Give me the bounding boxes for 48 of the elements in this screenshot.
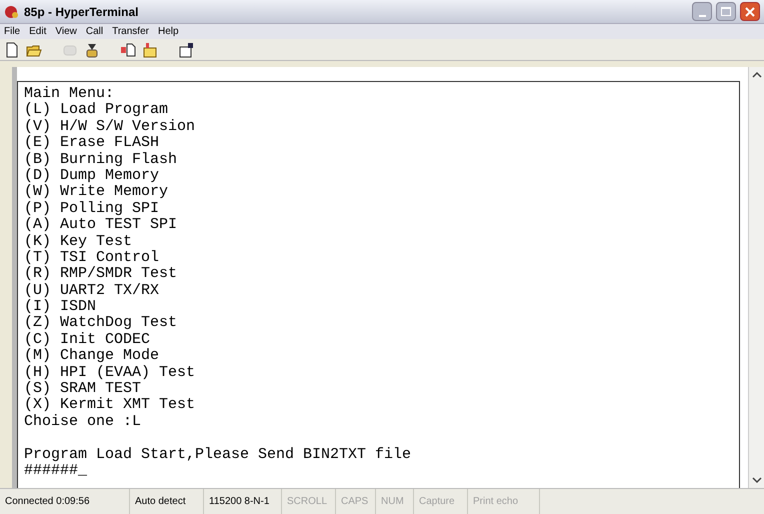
terminal-line: (T) TSI Control bbox=[24, 250, 160, 266]
terminal-line: (B) Burning Flash bbox=[24, 152, 178, 168]
terminal-line: (P) Polling SPI bbox=[24, 200, 160, 217]
minimize-button[interactable] bbox=[692, 2, 712, 21]
app-icon bbox=[4, 4, 20, 20]
terminal-line: (D) Dump Memory bbox=[24, 168, 160, 184]
terminal-line: (L) Load Program bbox=[24, 102, 170, 119]
menu-item[interactable]: Help bbox=[158, 24, 179, 39]
scrollbar[interactable] bbox=[748, 67, 764, 488]
terminal-line: (K) Key Test bbox=[24, 234, 134, 250]
properties-icon[interactable] bbox=[178, 42, 194, 58]
terminal-line: (Z) WatchDog Test bbox=[24, 315, 178, 332]
menu-item[interactable]: Call bbox=[86, 24, 104, 39]
status-field: Print echo bbox=[468, 489, 540, 514]
terminal-line: (W) Write Memory bbox=[24, 184, 170, 201]
terminal-line: (X) Kermit XMT Test bbox=[24, 397, 196, 414]
close-button[interactable] bbox=[740, 2, 760, 21]
send-file-icon[interactable] bbox=[120, 42, 136, 58]
terminal-line: (C) Init CODEC bbox=[24, 332, 152, 348]
menu-item[interactable]: Edit bbox=[29, 24, 46, 39]
terminal-line: (R) RMP/SMDR Test bbox=[24, 266, 178, 283]
status-field: SCROLL bbox=[282, 489, 336, 514]
terminal-line: (U) UART2 TX/RX bbox=[24, 282, 160, 299]
terminal-line: (S) SRAM TEST bbox=[24, 381, 142, 398]
terminal-line: (H) HPI (EVAA) Test bbox=[24, 364, 196, 381]
window-title: 85p - HyperTerminal bbox=[24, 4, 140, 20]
status-field: CAPS bbox=[336, 489, 376, 514]
terminal-line: (V) H/W S/W Version bbox=[24, 118, 196, 135]
status-field: NUM bbox=[376, 489, 414, 514]
terminal-line: (I) ISDN bbox=[24, 299, 96, 316]
terminal-line: (M) Change Mode bbox=[24, 348, 160, 365]
status-field: Capture bbox=[414, 489, 468, 514]
status-field: 115200 8-N-1 bbox=[204, 489, 282, 514]
close-icon bbox=[745, 6, 755, 16]
terminal-line: Choise one :L bbox=[24, 414, 142, 430]
status-field: Auto detect bbox=[130, 489, 204, 514]
status-field: Connected 0:09:56 bbox=[0, 489, 130, 514]
terminal-line: Main Menu: bbox=[24, 86, 116, 102]
maximize-button[interactable] bbox=[716, 2, 736, 21]
terminal-line: ######_ bbox=[24, 462, 88, 480]
terminal-line: Program Load Start,Please Send BIN2TXT file bbox=[24, 446, 412, 463]
menu-item[interactable]: Transfer bbox=[112, 24, 149, 39]
terminal-line: (A) Auto TEST SPI bbox=[24, 217, 178, 234]
receive-file-icon[interactable] bbox=[142, 42, 158, 58]
menu-item[interactable]: View bbox=[55, 24, 77, 39]
new-file-icon[interactable] bbox=[4, 42, 20, 58]
terminal-line: (E) Erase FLASH bbox=[24, 135, 160, 152]
menu-item[interactable]: File bbox=[4, 24, 20, 39]
